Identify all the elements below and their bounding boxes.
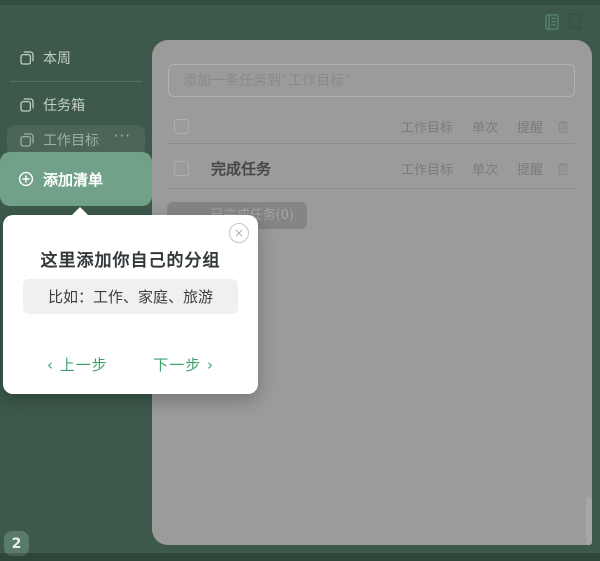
task-repeat-tag[interactable]: 单次 (472, 117, 498, 136)
sidebar-item-label: 工作目标 (43, 130, 99, 150)
tutorial-tooltip: × 这里添加你自己的分组 比如：工作、家庭、旅游 ‹ 上一步 下一步 › (3, 215, 258, 394)
sidebar-item-this-week[interactable]: 本周 (20, 48, 71, 68)
next-step-button[interactable]: 下一步 › (153, 354, 214, 375)
prev-step-button[interactable]: ‹ 上一步 (47, 354, 108, 375)
sidebar-divider (10, 81, 142, 82)
tooltip-arrow (72, 207, 88, 215)
row-divider (168, 188, 575, 189)
list-stack-icon (20, 51, 34, 65)
row-divider (168, 143, 575, 144)
journal-icon[interactable] (543, 13, 561, 31)
scrollbar-thumb[interactable] (586, 497, 592, 545)
list-stack-icon (20, 133, 34, 147)
task-checkbox[interactable] (174, 161, 189, 176)
more-options-icon[interactable]: ··· (114, 127, 131, 145)
task-row[interactable]: 工作目标 单次 提醒 (174, 110, 570, 142)
task-list-tag[interactable]: 工作目标 (401, 117, 453, 136)
window-bottom-edge (0, 553, 600, 561)
tooltip-title: 这里添加你自己的分组 (3, 246, 258, 271)
task-repeat-tag[interactable]: 单次 (472, 159, 498, 178)
sidebar-item-label: 本周 (43, 48, 71, 68)
sidebar-item-work-goals[interactable]: 工作目标 ··· (7, 125, 145, 155)
close-icon[interactable]: × (229, 223, 249, 243)
trash-icon[interactable] (556, 119, 570, 134)
add-task-input[interactable] (168, 64, 575, 97)
trash-icon[interactable] (556, 161, 570, 176)
list-stack-icon (20, 98, 34, 112)
task-reminder-tag[interactable]: 提醒 (517, 159, 543, 178)
sidebar-item-label: 任务箱 (43, 95, 85, 115)
sidebar-item-task-inbox[interactable]: 任务箱 (20, 95, 85, 115)
tooltip-example-box: 比如：工作、家庭、旅游 (23, 279, 238, 314)
plus-circle-icon (18, 171, 34, 187)
task-row[interactable]: 完成任务 工作目标 单次 提醒 (174, 152, 570, 184)
task-list-tag[interactable]: 工作目标 (401, 159, 453, 178)
task-title: 完成任务 (211, 158, 382, 179)
task-checkbox[interactable] (174, 119, 189, 134)
bookmark-icon[interactable] (566, 12, 583, 32)
task-reminder-tag[interactable]: 提醒 (517, 117, 543, 136)
app-window: 本周 任务箱 工作目标 ··· 添加清单 (0, 0, 600, 561)
window-top-edge (0, 0, 600, 5)
sidebar-item-add-list[interactable]: 添加清单 (0, 152, 152, 206)
sidebar-item-label: 添加清单 (43, 169, 103, 190)
